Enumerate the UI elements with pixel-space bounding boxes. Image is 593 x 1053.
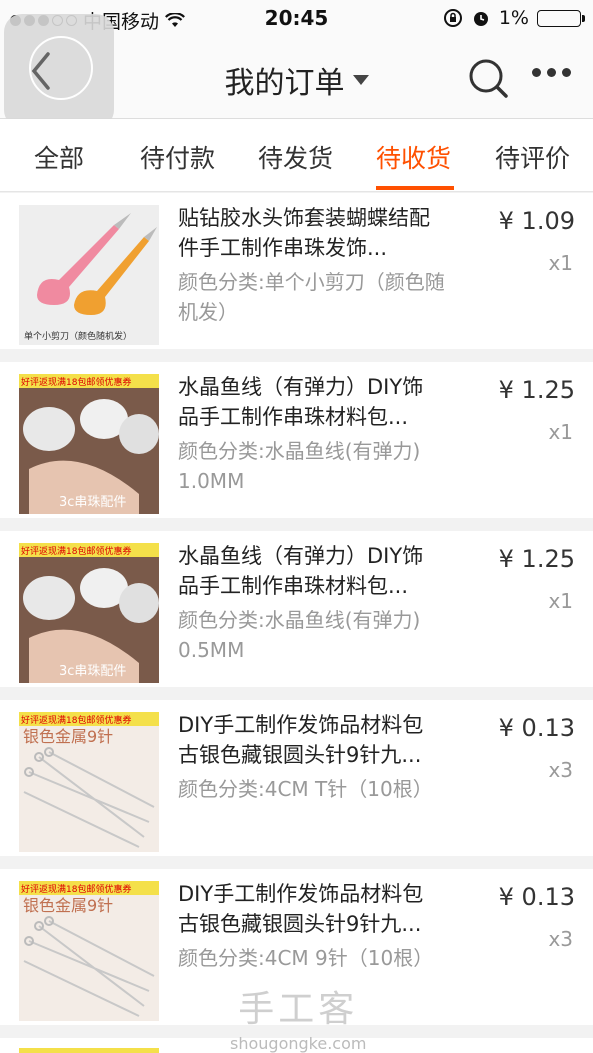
product-thumbnail[interactable]: 好评返现满18包邮领优惠券 银色金属9针 [19, 881, 159, 1021]
product-thumbnail[interactable]: 好评返现满18包邮领优惠券 3c串珠配件 [19, 374, 159, 514]
battery-icon [537, 9, 585, 27]
battery-percent: 1% [498, 7, 529, 29]
nav-bar: 我的订单 [0, 14, 593, 128]
product-name[interactable]: DIY手工制作发饰品材料包古银色藏银圆头针9针九... [178, 710, 438, 770]
product-quantity: x3 [548, 758, 573, 782]
thumb-caption: 3c串珠配件 [59, 664, 126, 679]
thumb-caption: 单个小剪刀（颜色随机发） [24, 330, 132, 342]
product-quantity: x3 [548, 927, 573, 951]
product-price: ¥ 1.25 [498, 545, 575, 573]
thumb-badge: 好评返现满18包邮领优惠券 [21, 545, 131, 557]
product-thumbnail[interactable]: 单个小剪刀（颜色随机发） [19, 205, 159, 345]
active-tab-indicator [376, 186, 454, 190]
tab-all[interactable]: 全部 [34, 139, 84, 175]
product-spec: 颜色分类:水晶鱼线(有弹力) 0.5MM [178, 608, 421, 662]
product-quantity: x1 [548, 251, 573, 275]
status-right: 1% [443, 7, 585, 29]
product-price: ¥ 0.13 [498, 883, 575, 911]
product-spec: 颜色分类:水晶鱼线(有弹力) 1.0MM [178, 439, 421, 493]
tab-pending-shipment[interactable]: 待发货 [258, 139, 333, 175]
product-price: ¥ 0.13 [498, 714, 575, 742]
thumb-badge: 好评返现满18包邮领优惠券 [21, 714, 131, 726]
product-thumbnail[interactable]: 好评返现满18包邮领优惠券 银色金属9针 [19, 712, 159, 852]
search-icon[interactable] [466, 56, 510, 100]
order-item-partial[interactable] [0, 1038, 593, 1053]
tab-pending-review[interactable]: 待评价 [495, 139, 570, 175]
thumb-badge: 好评返现满18包邮领优惠券 [21, 883, 131, 895]
product-name[interactable]: 水晶鱼线（有弹力）DIY饰品手工制作串珠材料包... [178, 372, 438, 432]
order-item[interactable]: 好评返现满18包邮领优惠券 3c串珠配件 水晶鱼线（有弹力）DIY饰品手工制作串… [0, 531, 593, 687]
product-spec: 颜色分类:4CM 9针（10根） [178, 946, 434, 970]
order-tabs: 全部 待付款 待发货 待收货 待评价 [0, 119, 593, 192]
order-item[interactable]: 好评返现满18包邮领优惠券 银色金属9针 DIY手工制作发饰品材料包古银色藏银圆… [0, 700, 593, 856]
product-name[interactable]: DIY手工制作发饰品材料包古银色藏银圆头针9针九... [178, 879, 438, 939]
tab-pending-receipt[interactable]: 待收货 [376, 139, 451, 175]
product-name[interactable]: 贴钻胶水头饰套装蝴蝶结配件手工制作串珠发饰... [178, 203, 438, 263]
thumb-caption: 3c串珠配件 [59, 495, 126, 510]
product-price: ¥ 1.25 [498, 376, 575, 404]
thumb-badge: 好评返现满18包邮领优惠券 [21, 376, 131, 388]
product-spec: 颜色分类:4CM T针（10根） [178, 777, 433, 801]
product-spec: 颜色分类:单个小剪刀（颜色随机发） [178, 270, 445, 324]
product-price: ¥ 1.09 [498, 207, 575, 235]
page-title-label: 我的订单 [224, 66, 345, 101]
tab-pending-payment[interactable]: 待付款 [140, 139, 215, 175]
orientation-lock-icon [443, 9, 462, 27]
product-quantity: x1 [548, 420, 573, 444]
alarm-icon [473, 12, 488, 26]
product-thumbnail[interactable]: 好评返现满18包邮领优惠券 3c串珠配件 [19, 543, 159, 683]
product-thumbnail-partial [19, 1048, 159, 1053]
product-quantity: x1 [548, 589, 573, 613]
order-item[interactable]: 单个小剪刀（颜色随机发） 贴钻胶水头饰套装蝴蝶结配件手工制作串珠发饰... 颜色… [0, 193, 593, 349]
order-item[interactable]: 好评返现满18包邮领优惠券 银色金属9针 DIY手工制作发饰品材料包古银色藏银圆… [0, 869, 593, 1025]
order-item[interactable]: 好评返现满18包邮领优惠券 3c串珠配件 水晶鱼线（有弹力）DIY饰品手工制作串… [0, 362, 593, 518]
product-name[interactable]: 水晶鱼线（有弹力）DIY饰品手工制作串珠材料包... [178, 541, 438, 601]
caret-down-icon [352, 75, 369, 85]
thumb-caption: 银色金属9针 [23, 896, 113, 915]
more-icon[interactable] [532, 68, 571, 77]
thumb-caption: 银色金属9针 [23, 727, 113, 746]
